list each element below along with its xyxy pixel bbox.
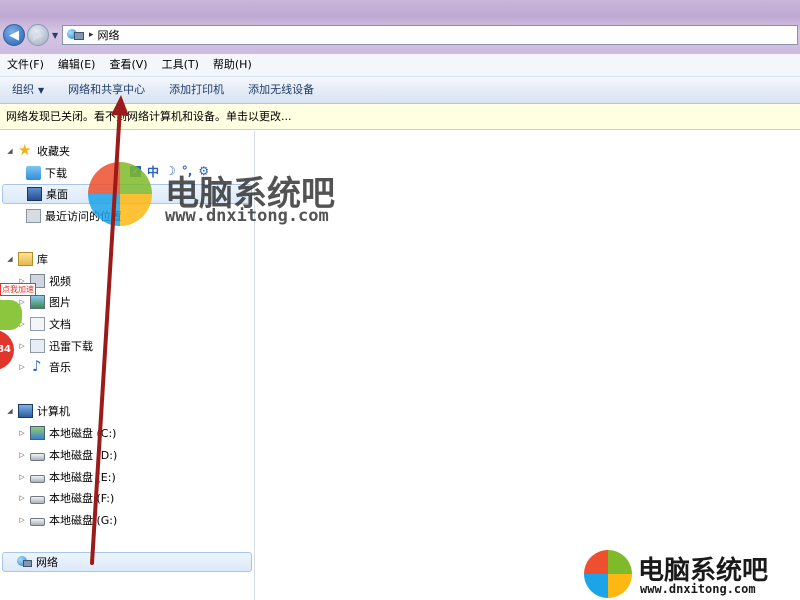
annotation-arrow <box>90 95 129 565</box>
